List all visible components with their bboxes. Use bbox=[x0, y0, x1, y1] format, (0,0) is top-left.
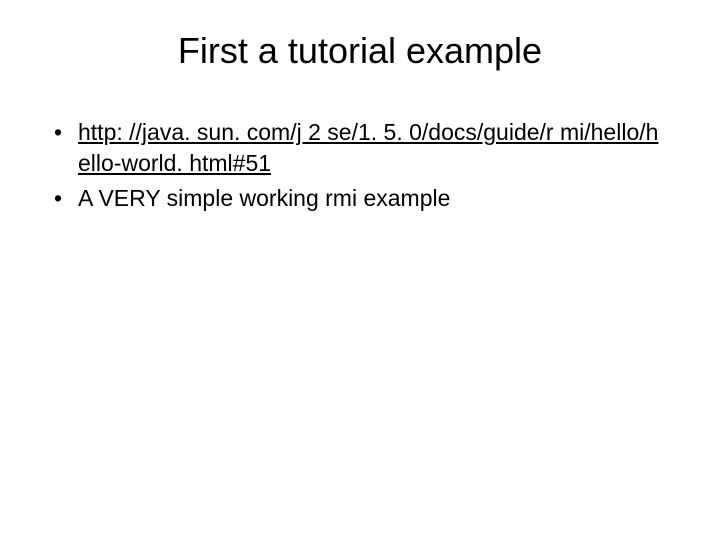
list-item: http: //java. sun. com/j 2 se/1. 5. 0/do… bbox=[50, 117, 670, 179]
slide: First a tutorial example http: //java. s… bbox=[0, 0, 720, 540]
slide-content: http: //java. sun. com/j 2 se/1. 5. 0/do… bbox=[50, 117, 670, 214]
slide-title: First a tutorial example bbox=[50, 30, 670, 72]
tutorial-link[interactable]: http: //java. sun. com/j 2 se/1. 5. 0/do… bbox=[78, 119, 658, 176]
bullet-text: A VERY simple working rmi example bbox=[78, 185, 450, 211]
bullet-list: http: //java. sun. com/j 2 se/1. 5. 0/do… bbox=[50, 117, 670, 214]
list-item: A VERY simple working rmi example bbox=[50, 183, 670, 214]
